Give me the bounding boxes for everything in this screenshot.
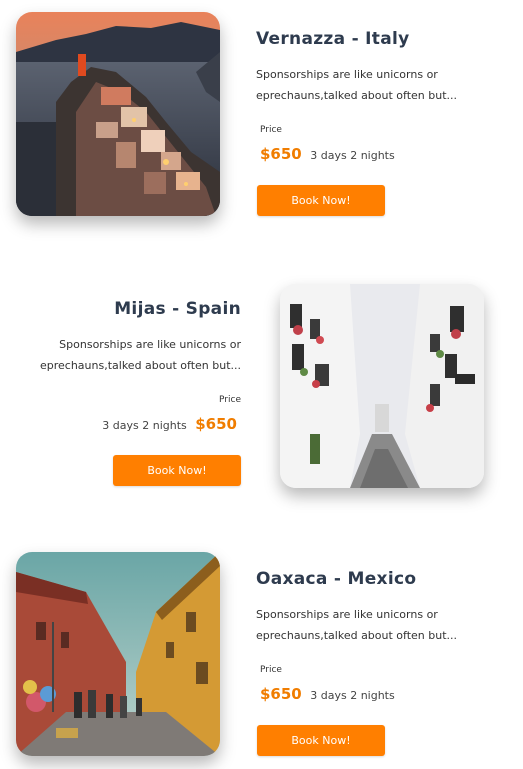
price-label: Price: [260, 125, 282, 135]
colorful-street-photo[interactable]: [16, 552, 220, 756]
book-now-button[interactable]: Book Now!: [257, 725, 385, 756]
coastal-village-photo[interactable]: [16, 12, 220, 216]
tour-card-vernazza: Vernazza - Italy Sponsorships are like u…: [0, 12, 523, 222]
price-amount: $650: [260, 145, 302, 163]
price-amount: $650: [260, 685, 302, 703]
tour-title: Mijas - Spain: [114, 299, 241, 319]
tour-duration: 3 days 2 nights: [310, 689, 395, 702]
tour-description: Sponsorships are like unicorns or eprech…: [256, 608, 458, 642]
tour-description: Sponsorships are like unicorns or eprech…: [39, 338, 241, 372]
book-now-button[interactable]: Book Now!: [257, 185, 385, 216]
price-label: Price: [219, 395, 241, 405]
tour-duration: 3 days 2 nights: [310, 149, 395, 162]
tour-card-oaxaca: Oaxaca - Mexico Sponsorships are like un…: [0, 552, 523, 762]
tour-title: Vernazza - Italy: [256, 29, 410, 49]
price-amount: $650: [195, 415, 237, 433]
price-row: 3 days 2 nights $650: [102, 415, 237, 433]
book-now-button[interactable]: Book Now!: [113, 455, 241, 486]
tour-description: Sponsorships are like unicorns or eprech…: [256, 68, 458, 102]
price-label: Price: [260, 665, 282, 675]
price-row: $650 3 days 2 nights: [260, 685, 395, 703]
white-street-photo[interactable]: [280, 284, 484, 488]
tour-card-mijas: Mijas - Spain Sponsorships are like unic…: [0, 282, 523, 492]
tour-duration: 3 days 2 nights: [102, 419, 187, 432]
price-row: $650 3 days 2 nights: [260, 145, 395, 163]
tour-title: Oaxaca - Mexico: [256, 569, 417, 589]
